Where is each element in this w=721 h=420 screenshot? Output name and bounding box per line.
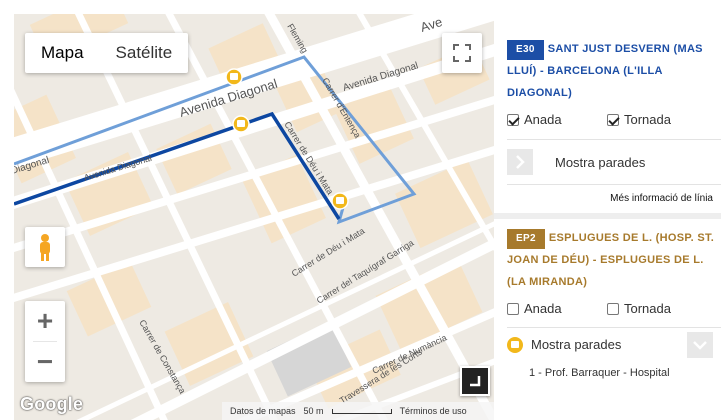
map-type-control: Mapa Satélite — [25, 33, 189, 73]
direction-options: Anada Tornada — [507, 112, 721, 127]
map-canvas[interactable]: Avenida Diagonal Avenida Diagonal Avenid… — [14, 14, 494, 420]
direction-options: Anada Tornada — [507, 301, 721, 316]
direction-out-label: Anada — [524, 301, 562, 316]
satellite-type-button[interactable]: Satélite — [100, 33, 189, 73]
direction-back-label: Tornada — [624, 112, 671, 127]
direction-out-option[interactable]: Anada — [507, 301, 607, 316]
direction-back-checkbox[interactable] — [607, 113, 619, 126]
minus-icon: − — [36, 346, 54, 377]
corner-arrow-icon — [470, 376, 481, 387]
direction-back-option[interactable]: Tornada — [607, 112, 707, 127]
terms-link[interactable]: Términos de uso — [400, 406, 467, 416]
route-list-panel: E30 SANT JUST DESVERN (MAS LLUÍ) - BARCEL… — [494, 0, 721, 420]
map-type-button[interactable]: Mapa — [25, 33, 100, 73]
show-stops-row[interactable]: Mostra parades — [507, 139, 721, 185]
zoom-in-button[interactable]: + — [25, 301, 65, 341]
direction-back-label: Tornada — [624, 301, 671, 316]
zoom-out-button[interactable]: − — [25, 342, 65, 382]
direction-out-label: Anada — [524, 112, 562, 127]
map-corner-toggle-button[interactable] — [460, 366, 490, 396]
chevron-right-icon[interactable] — [507, 149, 533, 175]
direction-back-option[interactable]: Tornada — [607, 301, 707, 316]
scale-bar — [331, 408, 392, 414]
route-card-ep2: EP2 ESPLUGUES DE L. (HOSP. ST. JOAN DE DÉ… — [494, 219, 721, 379]
show-stops-label: Mostra parades — [531, 337, 622, 352]
direction-out-checkbox[interactable] — [507, 302, 519, 315]
google-logo: Google — [20, 394, 84, 414]
scale-label: 50 m — [303, 406, 324, 416]
bus-icon — [507, 336, 523, 353]
map-data-link[interactable]: Datos de mapas — [230, 406, 296, 416]
pegman-icon — [40, 234, 50, 261]
fullscreen-button[interactable] — [442, 33, 482, 73]
route-header[interactable]: E30 SANT JUST DESVERN (MAS LLUÍ) - BARCEL… — [507, 0, 721, 104]
plus-icon: + — [36, 305, 54, 336]
route-code-badge: EP2 — [507, 229, 545, 249]
fullscreen-icon — [453, 44, 471, 62]
zoom-control: + − — [25, 301, 65, 382]
show-stops-row[interactable]: Mostra parades — [507, 327, 721, 361]
map-tiles: Avenida Diagonal Avenida Diagonal Avenid… — [14, 14, 494, 420]
street-label: Carrer de Déu i Mata — [290, 226, 367, 279]
more-line-info-link[interactable]: Més informació de línia — [507, 185, 721, 213]
route-code-badge: E30 — [507, 40, 544, 60]
street-view-pegman-button[interactable] — [25, 227, 65, 267]
direction-back-checkbox[interactable] — [607, 302, 619, 315]
show-stops-label: Mostra parades — [555, 154, 646, 170]
route-card-e30: E30 SANT JUST DESVERN (MAS LLUÍ) - BARCEL… — [494, 0, 721, 219]
stop-list-item[interactable]: 1 - Prof. Barraquer - Hospital — [507, 367, 721, 379]
direction-out-checkbox[interactable] — [507, 113, 519, 126]
route-header[interactable]: EP2 ESPLUGUES DE L. (HOSP. ST. JOAN DE DÉ… — [507, 219, 721, 293]
map-attribution: Datos de mapas 50 m Términos de uso — [222, 402, 494, 420]
direction-out-option[interactable]: Anada — [507, 112, 607, 127]
chevron-down-icon[interactable] — [687, 331, 713, 358]
